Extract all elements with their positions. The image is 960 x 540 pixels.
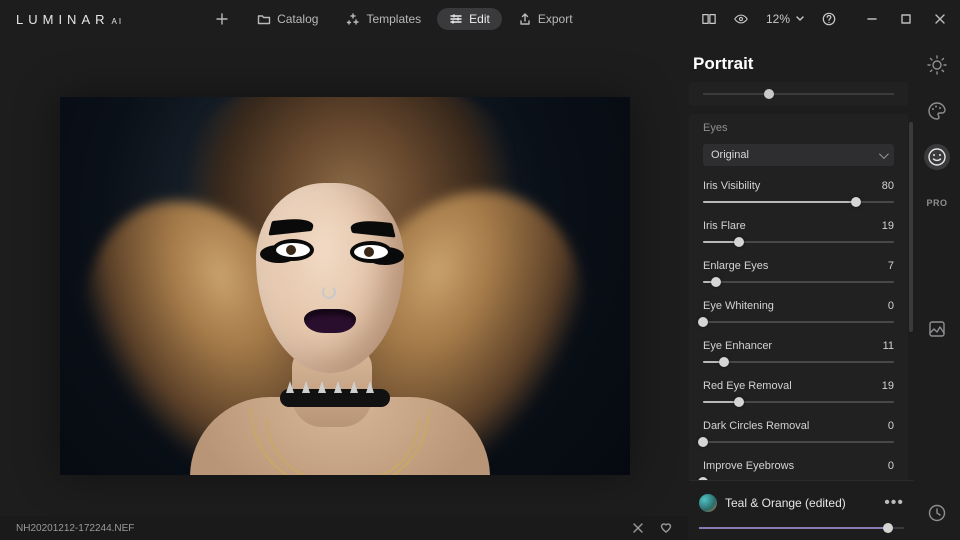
- eye-icon[interactable]: [734, 12, 748, 26]
- slider-red-eye-removal[interactable]: Red Eye Removal 19: [689, 376, 908, 416]
- slider-enlarge-eyes[interactable]: Enlarge Eyes 7: [689, 256, 908, 296]
- footer-bar: NH20201212-172244.NEF: [0, 516, 688, 540]
- window-controls: [864, 11, 948, 27]
- filename-label: NH20201212-172244.NEF: [16, 523, 134, 534]
- templates-tab[interactable]: Templates: [334, 8, 433, 30]
- template-name: Teal & Orange (edited): [725, 496, 846, 510]
- reject-button[interactable]: [632, 522, 644, 534]
- slider-label: Iris Flare: [703, 220, 746, 232]
- collapsed-slider[interactable]: [703, 82, 894, 106]
- slider-label: Red Eye Removal: [703, 380, 792, 392]
- panel-scrollbar[interactable]: [909, 122, 913, 332]
- previous-tool-card: [689, 82, 908, 106]
- slider-eye-whitening[interactable]: Eye Whitening 0: [689, 296, 908, 336]
- image-icon: [927, 319, 947, 339]
- slider-label: Dark Circles Removal: [703, 420, 809, 432]
- edit-tab[interactable]: Edit: [437, 8, 502, 30]
- slider-value: 0: [888, 420, 894, 432]
- export-tab[interactable]: Export: [506, 8, 585, 30]
- brand-name: LUMINAR: [16, 12, 110, 27]
- top-bar: LUMINAR AI Catalog Templates Edit: [0, 0, 960, 38]
- slider-label: Enlarge Eyes: [703, 260, 768, 272]
- history-tool[interactable]: [924, 500, 950, 526]
- top-right-controls: 12%: [702, 11, 952, 27]
- photo-preview[interactable]: [60, 97, 630, 475]
- slider-iris-visibility[interactable]: Iris Visibility 80: [689, 176, 908, 216]
- pro-tool[interactable]: PRO: [924, 190, 950, 216]
- folder-icon: [257, 12, 271, 26]
- template-more-button[interactable]: •••: [884, 494, 904, 512]
- face-smile-icon: [927, 147, 947, 167]
- close-button[interactable]: [932, 11, 948, 27]
- main-nav: Catalog Templates Edit Export: [203, 8, 584, 30]
- add-button[interactable]: [203, 8, 241, 30]
- sliders-icon: [449, 12, 463, 26]
- sun-icon: [926, 54, 948, 76]
- essentials-tool[interactable]: [924, 52, 950, 78]
- eyes-section-label: Eyes: [689, 114, 908, 140]
- slider-dark-circles-removal[interactable]: Dark Circles Removal 0: [689, 416, 908, 456]
- palette-icon: [926, 100, 948, 122]
- panel-title: Portrait: [689, 38, 914, 82]
- slider-value: 7: [888, 260, 894, 272]
- iris-color-value: Original: [711, 149, 749, 161]
- slider-label: Eye Enhancer: [703, 340, 772, 352]
- compare-icon[interactable]: [702, 12, 716, 26]
- zoom-dropdown[interactable]: 12%: [766, 12, 804, 26]
- sparkle-icon: [346, 12, 360, 26]
- catalog-tab[interactable]: Catalog: [245, 8, 330, 30]
- brand-suffix: AI: [112, 17, 124, 26]
- templates-label: Templates: [366, 12, 421, 26]
- slider-value: 11: [883, 340, 894, 352]
- app-brand: LUMINAR AI: [8, 12, 123, 27]
- slider-label: Improve Eyebrows: [703, 460, 794, 472]
- catalog-label: Catalog: [277, 12, 318, 26]
- export-label: Export: [538, 12, 573, 26]
- edit-label: Edit: [469, 12, 490, 26]
- plus-icon: [215, 12, 229, 26]
- slider-improve-eyebrows[interactable]: Improve Eyebrows 0: [689, 456, 908, 480]
- applied-template-row[interactable]: Teal & Orange (edited) •••: [689, 480, 914, 524]
- slider-label: Eye Whitening: [703, 300, 774, 312]
- maximize-button[interactable]: [898, 11, 914, 27]
- canvas-area: NH20201212-172244.NEF: [0, 38, 689, 540]
- slider-eye-enhancer[interactable]: Eye Enhancer 11: [689, 336, 908, 376]
- template-thumb-icon: [699, 494, 717, 512]
- slider-label: Iris Visibility: [703, 180, 760, 192]
- slider-value: 0: [888, 460, 894, 472]
- portrait-tool[interactable]: [924, 144, 950, 170]
- favorite-button[interactable]: [660, 522, 672, 534]
- eyes-card: Eyes Original Iris Visibility 80 Iris Flar…: [689, 114, 908, 480]
- export-icon: [518, 12, 532, 26]
- slider-value: 0: [888, 300, 894, 312]
- slider-value: 80: [882, 180, 894, 192]
- overlay-tool[interactable]: [924, 316, 950, 342]
- pro-label: PRO: [926, 198, 947, 208]
- chevron-down-icon: [796, 16, 804, 22]
- slider-value: 19: [882, 220, 894, 232]
- zoom-value: 12%: [766, 12, 790, 26]
- template-amount-slider[interactable]: [689, 524, 914, 540]
- edit-panel: Portrait Eyes Original Iris Visibility 80…: [689, 38, 914, 540]
- iris-color-select[interactable]: Original: [703, 144, 894, 166]
- tool-sidebar: PRO: [914, 38, 960, 540]
- clock-icon: [927, 503, 947, 523]
- slider-value: 19: [882, 380, 894, 392]
- main-area: NH20201212-172244.NEF Portrait Eyes Orig…: [0, 38, 960, 540]
- creative-tool[interactable]: [924, 98, 950, 124]
- minimize-button[interactable]: [864, 11, 880, 27]
- slider-iris-flare[interactable]: Iris Flare 19: [689, 216, 908, 256]
- help-icon[interactable]: [822, 12, 836, 26]
